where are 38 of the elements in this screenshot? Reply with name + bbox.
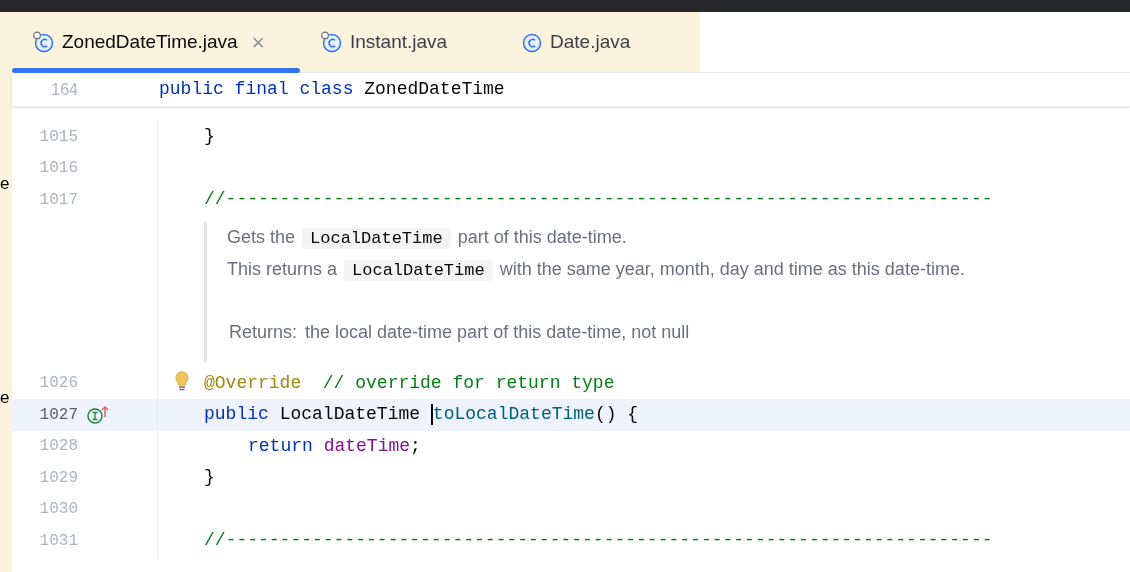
code-token: return	[248, 434, 314, 458]
editor-tab[interactable]: Date.java	[500, 12, 700, 72]
line-number: 1026	[38, 373, 78, 395]
code-token: LocalDateTime	[279, 403, 422, 427]
panel-text: e	[0, 387, 11, 409]
line-number: 164	[50, 79, 78, 100]
line-number: 1031	[38, 530, 78, 552]
code-token: () {	[594, 403, 639, 427]
line-number: 1030	[38, 499, 78, 521]
class-icon	[520, 31, 542, 53]
code-token: //-----------------------------------------------------------------------	[204, 529, 993, 553]
doc-paragraph: This returns a LocalDateTime with the same year, month, day and time as this date-time.	[227, 257, 966, 283]
returns-label: Returns:	[229, 320, 298, 344]
code-token: }	[204, 125, 215, 149]
line-number: 1015	[38, 126, 78, 148]
code-token: public final class	[159, 78, 355, 101]
editor-tab[interactable]: ZonedDateTime.java ×	[12, 12, 300, 72]
panel-text: e	[0, 173, 11, 195]
code-token: //-----------------------------------------------------------------------	[204, 188, 993, 212]
line-number: 1017	[38, 189, 78, 211]
doc-paragraph: Gets the LocalDateTime part of this date-time.	[227, 225, 628, 251]
line-number: 1027	[38, 404, 78, 426]
editor-tab[interactable]: Instant.java	[300, 12, 500, 72]
code-token: // override for return type	[321, 371, 615, 395]
implements-icon[interactable]	[86, 404, 110, 425]
code-token: @Override	[204, 371, 302, 395]
code-token: dateTime	[323, 434, 411, 458]
code-token: ;	[410, 434, 421, 458]
lightbulb-icon[interactable]	[174, 370, 190, 393]
line-number: 1029	[38, 467, 78, 489]
code-token: ZonedDateTime	[364, 78, 505, 101]
line-number: 1016	[38, 158, 78, 180]
pinned-class-icon	[320, 31, 342, 53]
code-token: public	[204, 403, 270, 427]
pinned-class-icon	[32, 31, 54, 53]
line-number: 1028	[38, 436, 78, 458]
returns-text: the local date-time part of this date-time, not null	[305, 320, 690, 344]
code-token: }	[204, 466, 215, 490]
